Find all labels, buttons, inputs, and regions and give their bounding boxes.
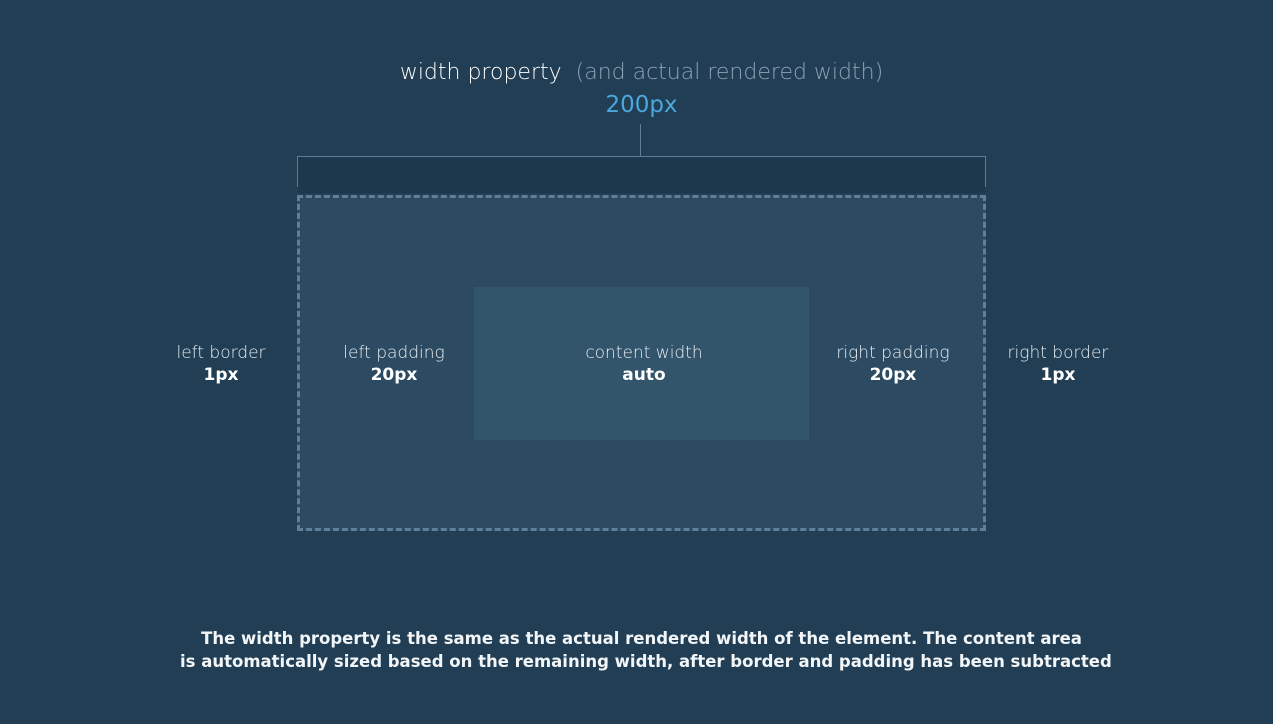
right-padding-name: right padding (836, 343, 950, 363)
caption-line-2: is automatically sized based on the rema… (180, 652, 1112, 671)
content-width-value: auto (622, 365, 666, 385)
right-padding-label: right padding 20px (823, 342, 963, 386)
right-border-value: 1px (1040, 365, 1076, 385)
left-padding-name: left padding (343, 343, 445, 363)
width-bracket (297, 156, 986, 187)
left-border-label: left border 1px (161, 342, 281, 386)
width-property-title: width property (399, 60, 562, 85)
right-border-label: right border 1px (998, 342, 1118, 386)
width-property-header: width property (and actual rendered width… (0, 60, 1273, 85)
left-border-name: left border (176, 343, 266, 363)
content-width-label: content width auto (564, 342, 724, 386)
width-property-value: 200px (605, 92, 678, 118)
width-property-subtitle: (and actual rendered width) (575, 60, 884, 85)
caption-line-1: The width property is the same as the ac… (201, 629, 1082, 648)
left-border-value: 1px (203, 365, 239, 385)
explanation-caption: The width property is the same as the ac… (180, 627, 1112, 673)
right-padding-value: 20px (869, 365, 917, 385)
width-bracket-stem (640, 124, 641, 157)
right-border-name: right border (1007, 343, 1109, 363)
left-padding-label: left padding 20px (324, 342, 464, 386)
content-width-name: content width (585, 343, 703, 363)
left-padding-value: 20px (370, 365, 418, 385)
